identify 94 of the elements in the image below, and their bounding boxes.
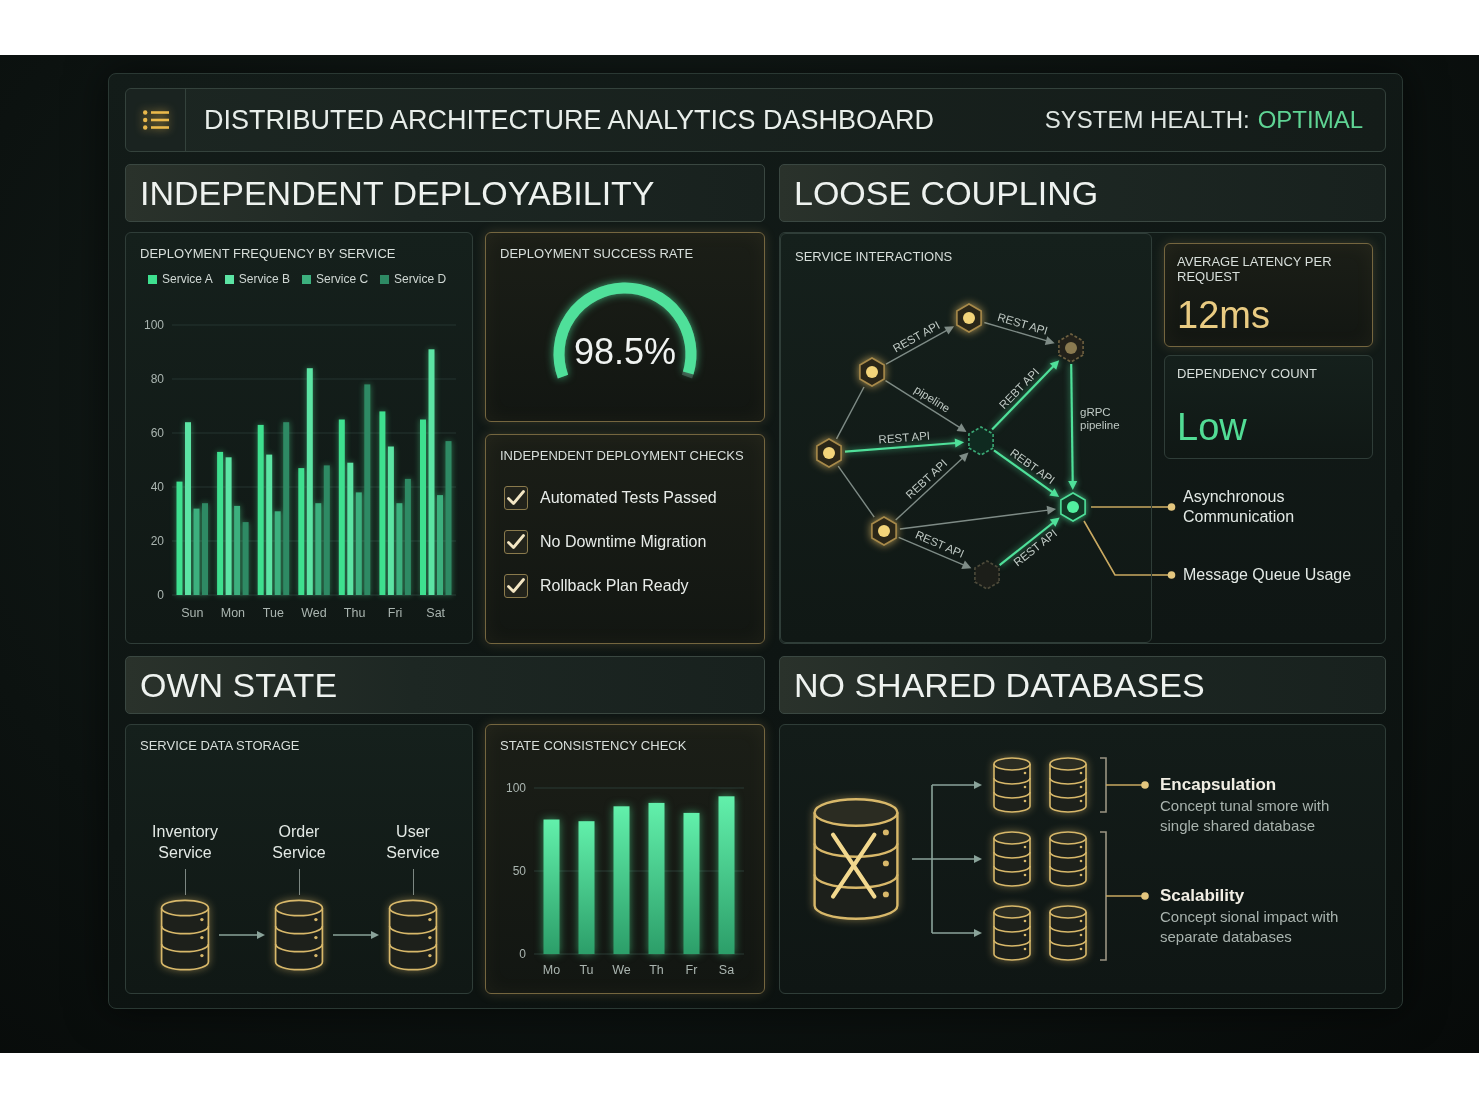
hexagon-node-icon [1060,492,1086,522]
edge-label: REST API [912,528,966,561]
arrow-icon [333,930,379,940]
x-axis-label: Mo [542,963,561,977]
output-label: Asynchronous Communication [1183,487,1296,527]
y-axis-label: 80 [150,372,164,386]
x-axis-label: Fri [387,606,403,620]
bracket-icon [1099,831,1149,961]
x-axis-label: Tu [579,963,594,977]
arrow-icon [219,930,265,940]
database-icon [992,905,1032,961]
y-axis-label: 60 [150,426,164,440]
database-icon [1048,905,1088,961]
hexagon-node-icon [956,303,982,333]
check-label: Rollback Plan Ready [540,576,689,596]
x-axis-label: Th [649,963,664,977]
legend-label: Service A [162,272,213,286]
output-label: Message Queue Usage [1183,565,1352,585]
connector-dot-icon [1152,502,1176,512]
y-axis-label: 0 [157,588,164,602]
benefit-description: Concept sional impact with separate databases [1160,907,1340,947]
hexagon-node-icon [816,438,842,468]
legend-label: Service D [394,272,447,286]
x-axis-label: We [612,963,631,977]
metric-title: DEPENDENCY COUNT [1177,366,1317,381]
health-label: SYSTEM HEALTH: [1044,105,1250,135]
service-label: Inventory Service [152,822,218,863]
x-axis-label: Mon [220,606,246,620]
legend-label: Service C [316,272,369,286]
dashboard-title: DISTRIBUTED ARCHITECTURE ANALYTICS DASHBOARD [204,104,935,136]
gauge-value: 98.5% [573,332,677,372]
service-label: Order Service [272,822,326,863]
section-title: LOOSE COUPLING [779,164,1386,222]
database-icon [1048,831,1088,887]
benefit-description: Concept tunal smore with single shared database [1160,796,1331,836]
section-title: NO SHARED DATABASES [779,656,1386,714]
x-axis-label: Fr [685,963,698,977]
y-axis-label: 20 [150,534,164,548]
card-title: INDEPENDENT DEPLOYMENT CHECKS [500,447,744,464]
y-axis-label: 100 [505,781,526,795]
bracket-icon [1099,757,1149,813]
x-axis-label: Sa [718,963,735,977]
database-icon [992,757,1032,813]
metric-value: 12ms [1177,294,1270,336]
section-title: INDEPENDENT DEPLOYABILITY [125,164,765,222]
database-crossed-icon [810,797,902,921]
benefit-title: Scalability [1160,885,1245,907]
section-title: OWN STATE [125,656,765,714]
database-icon [992,831,1032,887]
y-axis-label: 40 [150,480,164,494]
benefit-title: Encapsulation [1160,774,1277,796]
chart-title: STATE CONSISTENCY CHECK [500,737,687,754]
check-label: No Downtime Migration [540,532,707,552]
edge-label: REST API [878,429,931,447]
hexagon-node-icon [871,516,897,546]
y-axis-label: 0 [519,947,526,961]
connector-dot-icon [1152,570,1176,580]
menu-button[interactable] [126,89,186,151]
checkbox[interactable] [504,486,528,510]
database-icon [1048,757,1088,813]
checkbox[interactable] [504,530,528,554]
checkbox[interactable] [504,574,528,598]
health-status: OPTIMAL [1257,105,1363,135]
x-axis-label: Tue [262,606,284,620]
x-axis-label: Sat [426,606,446,620]
hexagon-node-icon [968,426,994,456]
x-axis-label: Sun [181,606,204,620]
hexagon-node-icon [974,560,1000,590]
menu-icon [142,110,169,130]
hexagon-node-icon [1058,333,1084,363]
x-axis-label: Thu [343,606,366,620]
service-label: User Service [386,822,440,863]
connector-line [1090,506,1151,508]
hexagon-node-icon [859,357,885,387]
check-label: Automated Tests Passed [540,488,717,508]
y-axis-label: 50 [512,864,526,878]
connector-line [1083,520,1151,576]
card-title: SERVICE DATA STORAGE [140,737,300,754]
y-axis-label: 100 [143,318,164,332]
database-icon [387,899,439,971]
chart-title: DEPLOYMENT FREQUENCY BY SERVICE [140,245,396,262]
legend-label: Service B [238,272,291,286]
checkmark-icon [507,490,525,506]
metric-value: Low [1177,406,1247,448]
database-icon [273,899,325,971]
edge-label: REST API [995,310,1050,338]
card-title: SERVICE INTERACTIONS [795,248,953,265]
card-title: DEPLOYMENT SUCCESS RATE [500,245,694,262]
database-icon [159,899,211,971]
edge-label: gRPC pipeline [1080,405,1121,432]
checkmark-icon [507,534,525,550]
checkmark-icon [507,578,525,594]
x-axis-label: Wed [301,606,327,620]
metric-title: AVERAGE LATENCY PER REQUEST [1177,254,1333,284]
